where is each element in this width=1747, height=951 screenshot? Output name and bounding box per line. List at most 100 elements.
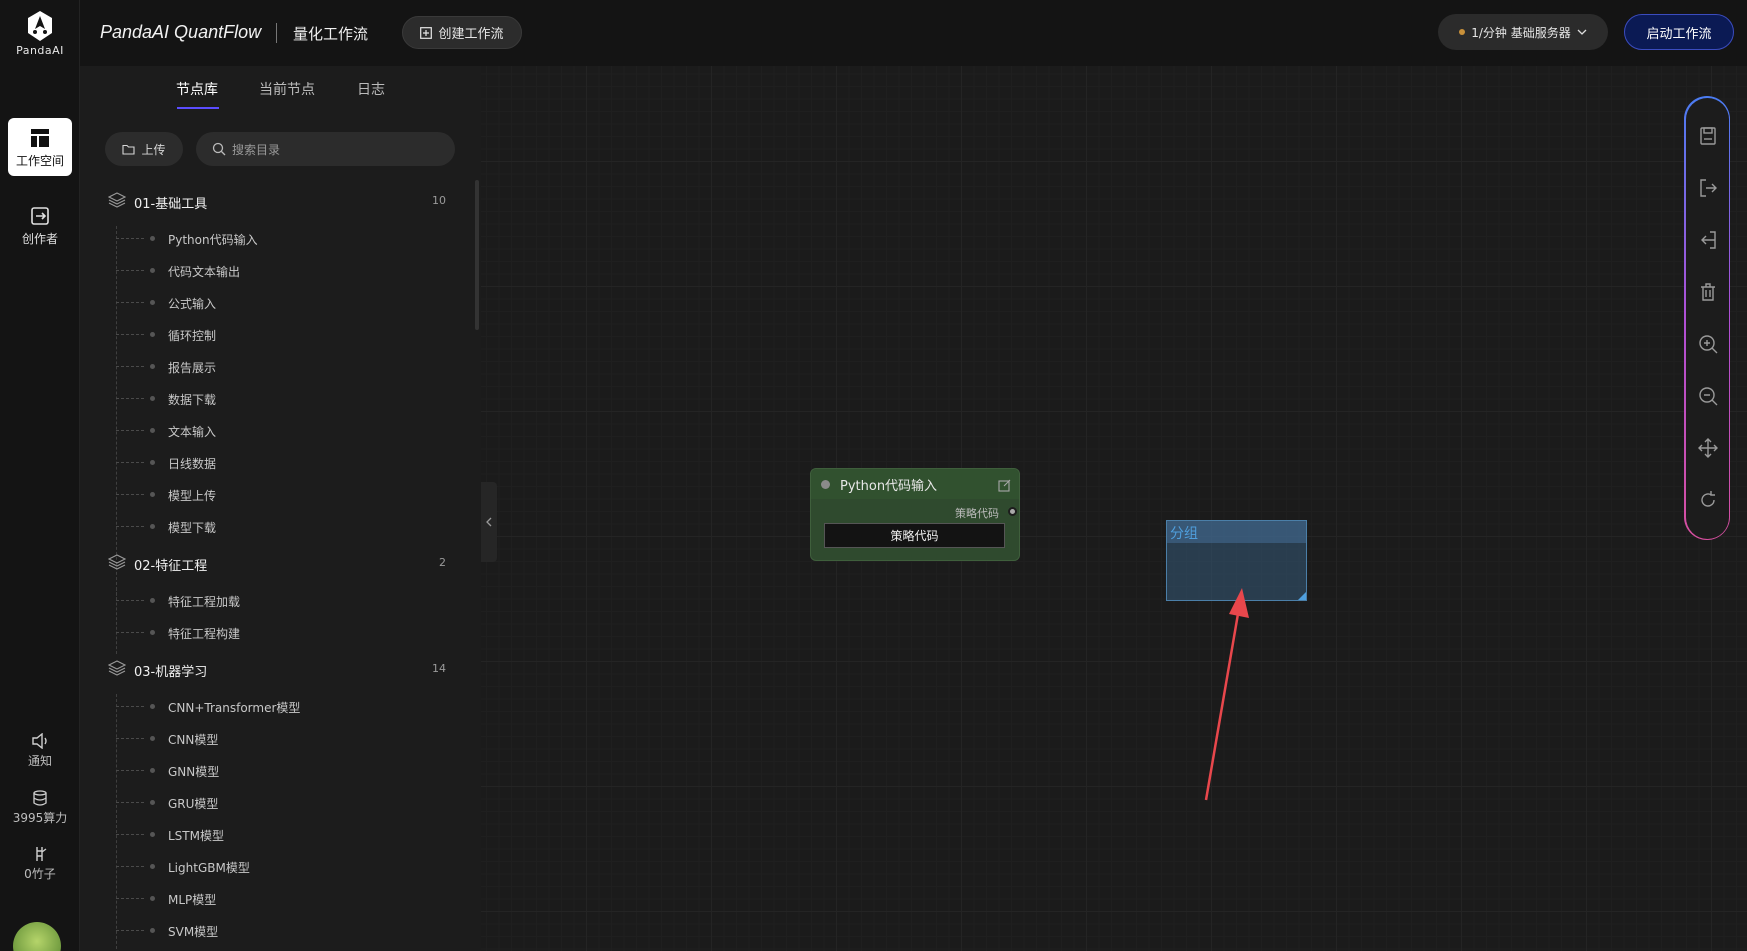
node-item-label: CNN模型	[168, 733, 219, 747]
node-header[interactable]: Python代码输入	[811, 469, 1019, 499]
create-workflow-button[interactable]: 创建工作流	[402, 16, 522, 49]
nav-bamboo[interactable]: 0竹子	[0, 846, 80, 882]
node-item-label: 数据下载	[168, 393, 217, 407]
annotation-arrow	[1204, 588, 1249, 801]
plus-square-icon	[420, 26, 433, 39]
start-workflow-button[interactable]: 启动工作流	[1624, 14, 1734, 50]
upload-label: 上传	[141, 142, 166, 157]
resize-handle[interactable]	[1298, 592, 1306, 600]
category-basic-tools[interactable]: 01-基础工具 10	[108, 190, 460, 214]
workflow-node-python-input[interactable]: Python代码输入 策略代码 策略代码	[810, 468, 1020, 561]
node-item-label: 日线数据	[168, 457, 217, 471]
server-label: 1/分钟 基础服务器	[1471, 25, 1571, 40]
group-box-header[interactable]: 分组	[1167, 521, 1306, 543]
save-icon[interactable]	[1698, 126, 1718, 146]
node-input-port[interactable]	[821, 480, 830, 489]
upload-button[interactable]: 上传	[105, 132, 183, 166]
node-item[interactable]: GNN模型	[116, 760, 446, 782]
node-item-label: 代码文本输出	[168, 265, 241, 279]
node-item[interactable]: MLP模型	[116, 888, 446, 910]
panel-tabs: 节点库 当前节点 日志	[80, 66, 481, 110]
nav-workspace[interactable]: 工作空间	[8, 118, 72, 176]
node-item[interactable]: 模型下载	[116, 516, 446, 538]
node-item[interactable]: 文本输入	[116, 420, 446, 442]
search-icon	[212, 142, 226, 156]
node-output-port[interactable]	[1008, 507, 1017, 516]
node-item[interactable]: LSTM模型	[116, 824, 446, 846]
brand-subtitle: 量化工作流	[293, 25, 369, 43]
speaker-icon	[32, 733, 47, 749]
node-item[interactable]: 特征工程构建	[116, 622, 446, 644]
group-box-title: 分组	[1170, 526, 1198, 542]
nav-creator-label: 创作者	[21, 232, 58, 246]
compute-label: 3995算力	[12, 811, 68, 825]
brand-name: PandaAI QuantFlow	[100, 22, 262, 42]
search-input[interactable]: 搜索目录	[196, 132, 455, 166]
node-item-label: SVM模型	[168, 925, 219, 939]
zoom-out-icon[interactable]	[1698, 386, 1718, 406]
node-item[interactable]: 报告展示	[116, 356, 446, 378]
create-workflow-label: 创建工作流	[438, 27, 504, 42]
app-logo[interactable]: PandaAI	[0, 10, 80, 57]
server-select[interactable]: 1/分钟 基础服务器	[1438, 14, 1608, 50]
search-placeholder: 搜索目录	[232, 142, 281, 157]
chevron-left-icon	[486, 517, 492, 527]
node-item[interactable]: CNN+Transformer模型	[116, 696, 446, 718]
creator-icon	[31, 207, 49, 225]
layers-icon	[108, 192, 126, 208]
node-item-label: 文本输入	[168, 425, 217, 439]
node-item-label: GRU模型	[168, 797, 219, 811]
tab-log[interactable]: 日志	[357, 79, 385, 99]
brand-divider	[276, 23, 277, 43]
move-icon[interactable]	[1697, 437, 1718, 458]
node-item[interactable]: 公式输入	[116, 292, 446, 314]
nav-notify[interactable]: 通知	[0, 733, 80, 769]
node-library-panel: 节点库 当前节点 日志 上传 搜索目录 01-基础工具 10 Python代码输…	[80, 66, 481, 951]
nav-creator[interactable]: 创作者	[8, 196, 72, 254]
trash-icon[interactable]	[1698, 282, 1718, 302]
nav-compute[interactable]: 3995算力	[0, 790, 80, 826]
node-item[interactable]: 循环控制	[116, 324, 446, 346]
category-title: 01-基础工具	[134, 197, 208, 212]
import-icon[interactable]	[1698, 230, 1718, 250]
tab-node-library[interactable]: 节点库	[176, 79, 218, 99]
node-item-label: MLP模型	[168, 893, 217, 907]
node-item-label: 公式输入	[168, 297, 217, 311]
category-count: 2	[439, 556, 446, 569]
node-item[interactable]: 数据下载	[116, 388, 446, 410]
panel-scrollbar[interactable]	[475, 180, 479, 330]
node-item[interactable]: SVM模型	[116, 920, 446, 942]
node-item[interactable]: GRU模型	[116, 792, 446, 814]
refresh-icon[interactable]	[1698, 490, 1718, 510]
tab-current-node[interactable]: 当前节点	[259, 79, 315, 99]
node-item-label: 特征工程构建	[168, 627, 241, 641]
left-rail: PandaAI 工作空间 创作者 通知 3995算力 0竹子	[0, 0, 80, 951]
tree-line	[116, 226, 117, 600]
category-feature-engineering[interactable]: 02-特征工程 2	[108, 552, 460, 576]
top-bar: PandaAI QuantFlow 量化工作流 创建工作流 1/分钟 基础服务器…	[80, 0, 1747, 66]
node-item-label: 报告展示	[168, 361, 217, 375]
category-title: 02-特征工程	[134, 559, 208, 574]
zoom-in-icon[interactable]	[1698, 334, 1718, 354]
node-item-label: GNN模型	[168, 765, 220, 779]
node-item[interactable]: 日线数据	[116, 452, 446, 474]
node-item-label: Python代码输入	[168, 233, 258, 247]
node-item[interactable]: LightGBM模型	[116, 856, 446, 878]
node-item[interactable]: CNN模型	[116, 728, 446, 750]
node-item-label: LSTM模型	[168, 829, 224, 843]
notify-label: 通知	[27, 754, 52, 768]
strategy-code-button[interactable]: 策略代码	[824, 523, 1005, 548]
user-avatar[interactable]	[13, 922, 61, 951]
node-item[interactable]: 模型上传	[116, 484, 446, 506]
edit-icon[interactable]	[998, 477, 1011, 496]
node-item[interactable]: Python代码输入	[116, 228, 446, 250]
category-count: 10	[432, 194, 446, 207]
node-item[interactable]: 特征工程加载	[116, 590, 446, 612]
node-item[interactable]: 代码文本输出	[116, 260, 446, 282]
workflow-canvas[interactable]	[481, 66, 1747, 951]
export-icon[interactable]	[1698, 178, 1718, 198]
node-item-label: 循环控制	[168, 329, 217, 343]
category-machine-learning[interactable]: 03-机器学习 14	[108, 658, 460, 682]
collapse-panel-button[interactable]	[481, 482, 497, 562]
server-status-dot	[1459, 29, 1466, 35]
